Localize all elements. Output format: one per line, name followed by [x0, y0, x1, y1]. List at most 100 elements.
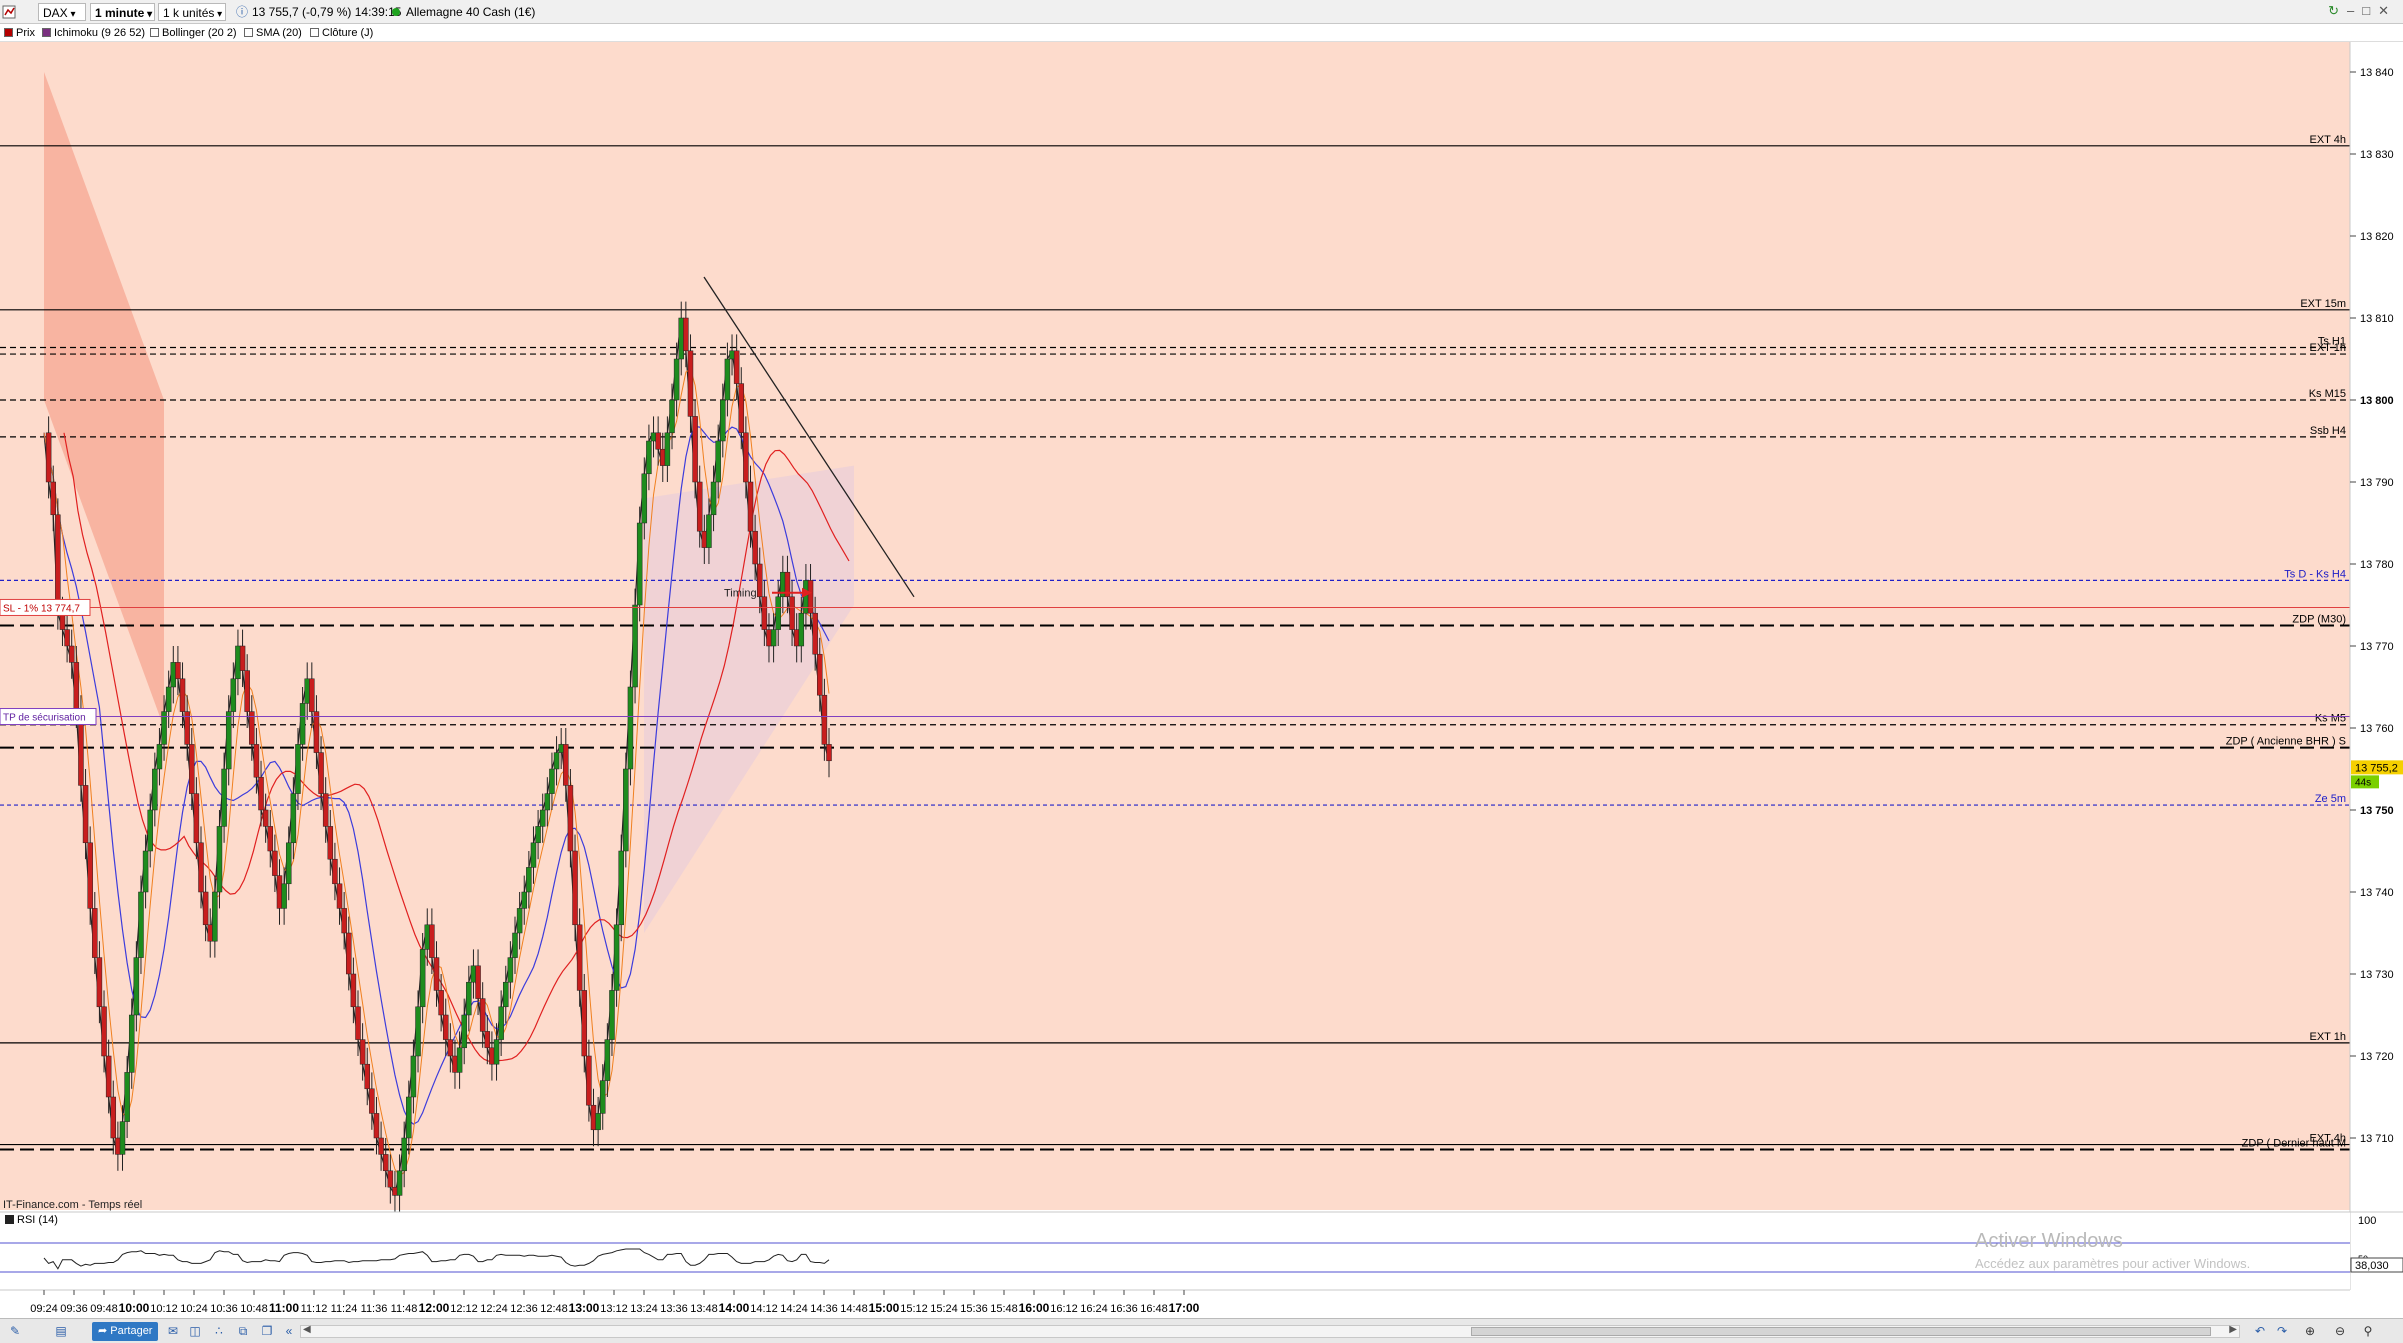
candle-body — [512, 932, 518, 958]
candle-body — [696, 481, 703, 532]
y-tick-label: 13 780 — [2360, 559, 2394, 571]
candle-body — [290, 793, 297, 844]
indicator-ichimoku[interactable]: Ichimoku (9 26 52) — [42, 26, 145, 40]
x-tick-label: 15:00 — [869, 1301, 900, 1315]
candle-body — [604, 1039, 611, 1081]
bottom-toolbar: ✎ ▤ ➦ Partager ✉ ◫ ∴ ⧉ ❐ « ◀ ▶ ↶ ↷ ⊕ ⊖ ⚲ — [0, 1318, 2403, 1343]
window-controls[interactable]: ↻–□✕ — [2328, 3, 2397, 19]
scroll-left-icon[interactable]: ◀ — [303, 1324, 311, 1335]
message-icon[interactable]: ✉ — [164, 1323, 182, 1340]
redo-icon[interactable]: ↷ — [2272, 1323, 2292, 1340]
price-quote: 13 755,7 (-0,79 %) 14:39:15 — [252, 5, 402, 19]
candle-body — [535, 826, 541, 844]
candle-body — [609, 990, 615, 1040]
candle-body — [544, 793, 551, 811]
candle-body — [392, 1186, 398, 1196]
layout-icon[interactable]: ◫ — [186, 1323, 204, 1340]
candle-body — [655, 432, 661, 450]
close-icon[interactable]: ✕ — [2378, 3, 2397, 18]
refresh-icon[interactable]: ↻ — [2328, 3, 2347, 18]
x-tick-label: 17:00 — [1169, 1301, 1200, 1315]
maximize-icon[interactable]: □ — [2362, 3, 2378, 18]
instrument-select[interactable]: DAX — [38, 3, 86, 21]
instrument-name: Allemagne 40 Cash (1€) — [406, 5, 536, 19]
candle-body — [147, 809, 153, 852]
price-level-label: Ssb H4 — [2310, 425, 2346, 437]
x-tick-label: 11:00 — [269, 1301, 299, 1315]
rsi-legend[interactable]: RSI (14) — [3, 1214, 60, 1226]
indicator-prix[interactable]: Prix — [4, 26, 35, 40]
app-menu-icon[interactable] — [2, 5, 16, 19]
x-tick-label: 14:24 — [780, 1303, 808, 1315]
y-tick-label: 13 710 — [2360, 1133, 2394, 1145]
candle-body — [507, 957, 514, 983]
candle-body — [322, 793, 329, 827]
candle-body — [807, 580, 814, 614]
y-tick-label: 13 720 — [2360, 1051, 2394, 1063]
collapse-icon[interactable]: « — [282, 1323, 296, 1340]
y-tick-label: 13 790 — [2360, 477, 2394, 489]
minimize-icon[interactable]: – — [2347, 3, 2362, 18]
chart-type-icon[interactable]: ▤ — [50, 1323, 72, 1340]
zoom-in-icon[interactable]: ⊕ — [2300, 1323, 2320, 1340]
candle-body — [415, 1006, 421, 1057]
candle-body — [438, 990, 444, 1016]
candle-body — [826, 744, 832, 762]
copy-icon[interactable]: ❐ — [258, 1323, 276, 1340]
candle-body — [812, 612, 818, 655]
candle-body — [817, 653, 823, 696]
candle-body — [332, 858, 338, 885]
candle-body — [683, 317, 689, 352]
candle-body — [295, 744, 301, 794]
candle-body — [207, 924, 213, 942]
horizontal-scrollbar[interactable]: ◀ ▶ — [300, 1324, 2240, 1338]
candle-body — [660, 448, 666, 466]
candle-body — [572, 850, 578, 926]
scroll-right-icon[interactable]: ▶ — [2229, 1324, 2237, 1335]
indicator-icon[interactable]: ∴ — [210, 1323, 228, 1340]
indicator-swatch — [150, 28, 159, 37]
price-chart[interactable]: EXT 4hEXT 15mTs H1EXT 1hKs M15Ssb H4Ts D… — [0, 0, 2403, 1343]
indicator-bollinger[interactable]: Bollinger (20 2) — [150, 26, 237, 40]
candle-body — [456, 1047, 463, 1073]
candle-body — [803, 580, 809, 614]
candle-body — [452, 1055, 458, 1073]
price-level-label: EXT 1h — [2310, 1031, 2347, 1043]
candle-body — [673, 358, 680, 401]
candle-body — [433, 957, 440, 991]
candle-body — [761, 596, 768, 630]
x-tick-label: 10:00 — [119, 1301, 150, 1315]
indicator-swatch — [42, 28, 51, 37]
candle-body — [756, 563, 763, 598]
share-button[interactable]: ➦ Partager — [92, 1322, 159, 1341]
x-tick-label: 11:48 — [391, 1303, 418, 1315]
x-tick-label: 10:12 — [150, 1303, 178, 1315]
candle-body — [267, 826, 274, 852]
candle-body — [623, 768, 629, 852]
compare-icon[interactable]: ⧉ — [234, 1323, 252, 1340]
timeframe-select[interactable]: 1 minute — [90, 3, 155, 21]
candle-body — [115, 1137, 121, 1155]
undo-icon[interactable]: ↶ — [2250, 1323, 2270, 1340]
candle-body — [789, 596, 795, 630]
candle-body — [530, 842, 537, 868]
scrollbar-thumb[interactable] — [1471, 1327, 2211, 1336]
indicator-swatch — [4, 28, 13, 37]
rsi-tick-label: 100 — [2358, 1215, 2376, 1227]
indicator-swatch — [244, 28, 253, 37]
zoom-reset-icon[interactable]: ⚲ — [2358, 1323, 2378, 1340]
indicator-close-daily[interactable]: Clôture (J) — [310, 26, 373, 40]
units-select[interactable]: 1 k unités — [158, 3, 226, 21]
last-price-label: 13 755,2 — [2355, 762, 2398, 774]
candle-body — [553, 752, 560, 770]
candle-body — [105, 1055, 112, 1098]
indicator-sma[interactable]: SMA (20) — [244, 26, 302, 40]
y-tick-label: 13 840 — [2360, 67, 2394, 79]
draw-tools-icon[interactable]: ✎ — [4, 1323, 26, 1340]
candle-body — [466, 981, 472, 1016]
candle-body — [68, 645, 75, 663]
take-profit-label: TP de sécurisation — [3, 713, 86, 724]
y-tick-label: 13 750 — [2360, 805, 2394, 817]
x-tick-label: 11:12 — [301, 1303, 328, 1315]
zoom-out-icon[interactable]: ⊖ — [2330, 1323, 2350, 1340]
